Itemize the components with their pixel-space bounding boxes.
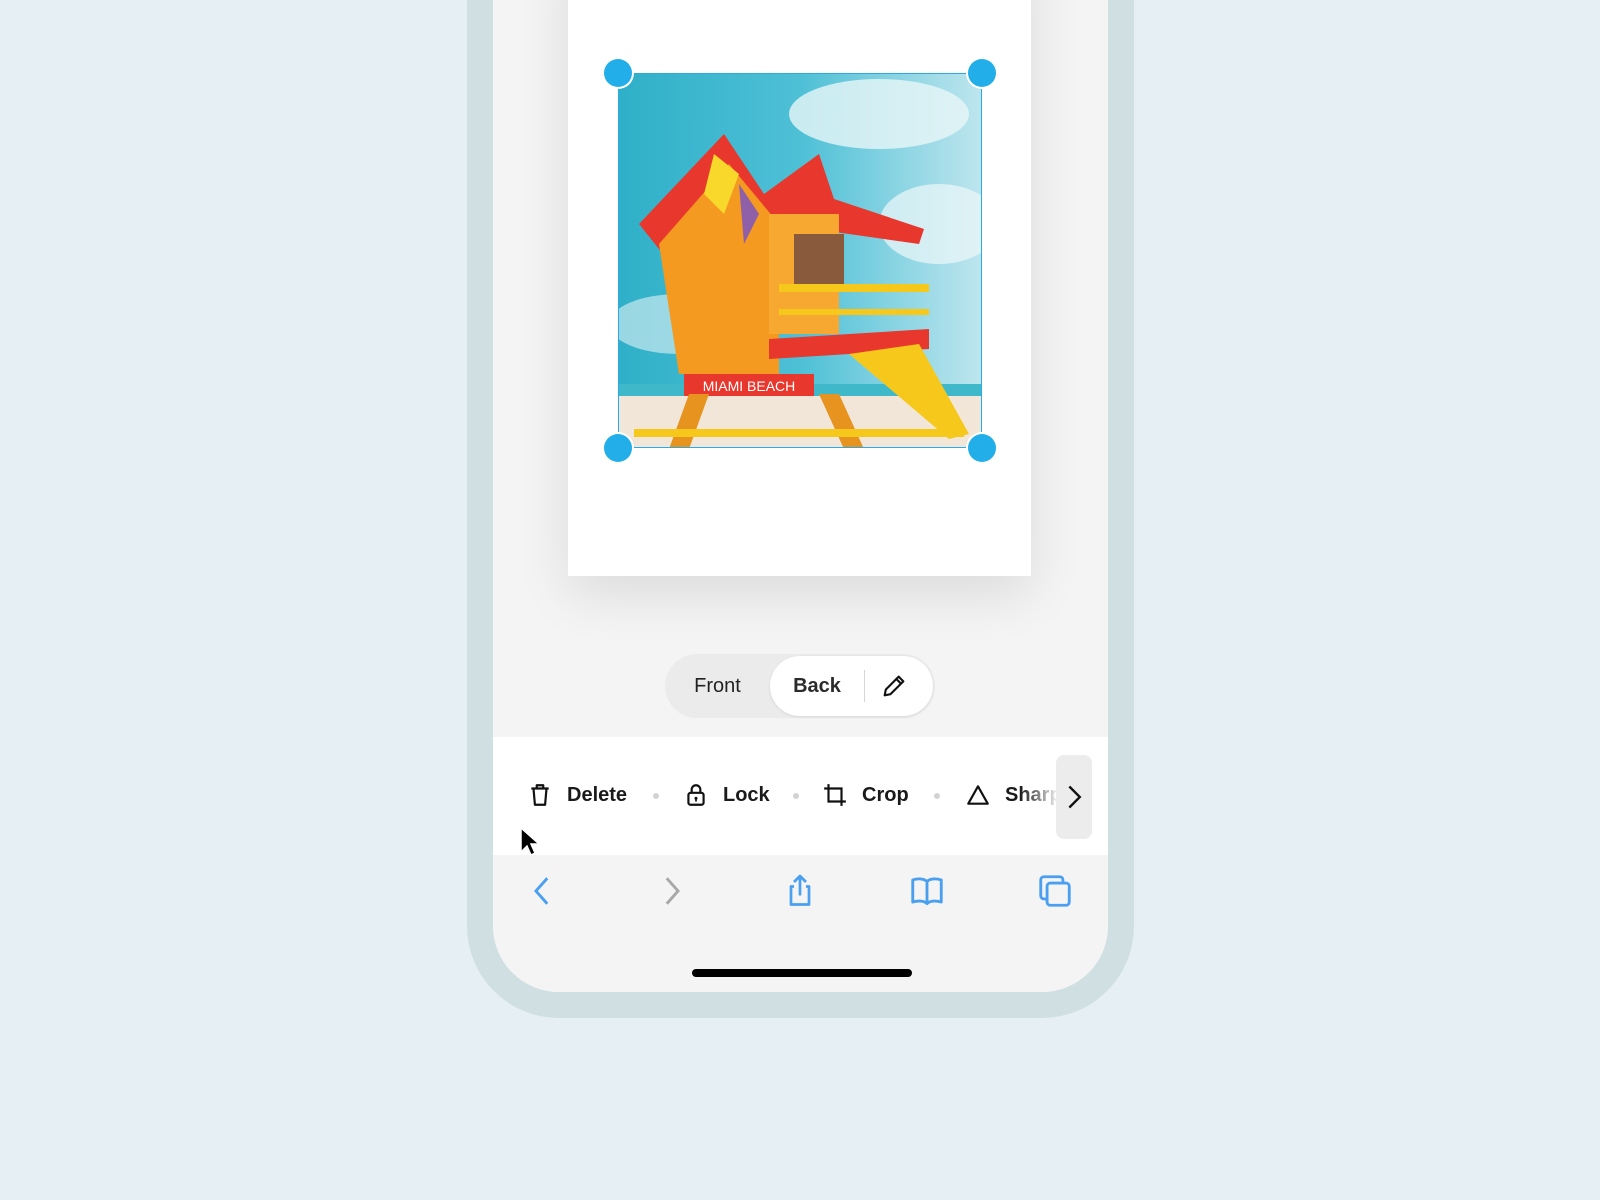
mouse-cursor-icon bbox=[520, 826, 541, 857]
share-icon bbox=[789, 874, 811, 906]
tabs-button[interactable] bbox=[1033, 869, 1077, 913]
back-tab-active: Back bbox=[770, 656, 933, 716]
crop-button[interactable]: Crop bbox=[822, 777, 909, 813]
browser-forward-button[interactable] bbox=[649, 869, 693, 913]
edit-button[interactable] bbox=[880, 672, 908, 700]
chevron-left-icon bbox=[534, 877, 549, 905]
separator-dot bbox=[934, 793, 940, 799]
selected-photo[interactable]: MIAMI BEACH bbox=[618, 73, 982, 448]
side-toggle: Front Back bbox=[665, 654, 935, 718]
browser-back-button[interactable] bbox=[521, 869, 565, 913]
book-icon bbox=[911, 877, 943, 906]
back-tab[interactable]: Back bbox=[770, 656, 864, 716]
pencil-icon bbox=[883, 675, 905, 697]
separator-dot bbox=[793, 793, 799, 799]
toggle-divider bbox=[864, 670, 865, 702]
resize-handle-top-left[interactable] bbox=[604, 59, 632, 87]
phone-screen: MIAMI BEACH Front Back Delete Lock Crop bbox=[493, 0, 1108, 992]
resize-handle-top-right[interactable] bbox=[968, 59, 996, 87]
scroll-fade bbox=[1020, 767, 1060, 827]
browser-toolbar bbox=[493, 855, 1108, 992]
crop-icon bbox=[824, 784, 846, 806]
lock-button[interactable]: Lock bbox=[683, 777, 770, 813]
home-indicator bbox=[692, 969, 912, 977]
resize-handle-bottom-left[interactable] bbox=[604, 434, 632, 462]
delete-label: Delete bbox=[567, 783, 628, 806]
sign-text: MIAMI BEACH bbox=[703, 378, 796, 394]
tabs-icon bbox=[1039, 875, 1071, 907]
separator-dot bbox=[653, 793, 659, 799]
trash-icon bbox=[531, 784, 549, 806]
scroll-next-button[interactable] bbox=[1056, 755, 1092, 839]
delete-button[interactable]: Delete bbox=[527, 777, 627, 813]
lifeguard-tower-image: MIAMI BEACH bbox=[619, 74, 981, 447]
bookmarks-button[interactable] bbox=[905, 869, 949, 913]
lock-icon bbox=[687, 784, 705, 806]
chevron-right-icon bbox=[1068, 785, 1082, 809]
action-toolbar: Delete Lock Crop Sharp bbox=[493, 737, 1108, 855]
triangle-icon bbox=[967, 785, 989, 805]
crop-label: Crop bbox=[862, 783, 909, 806]
chevron-right-icon bbox=[665, 877, 680, 905]
front-tab[interactable]: Front bbox=[665, 654, 770, 718]
share-button[interactable] bbox=[778, 869, 822, 913]
resize-handle-bottom-right[interactable] bbox=[968, 434, 996, 462]
lock-label: Lock bbox=[723, 783, 770, 806]
